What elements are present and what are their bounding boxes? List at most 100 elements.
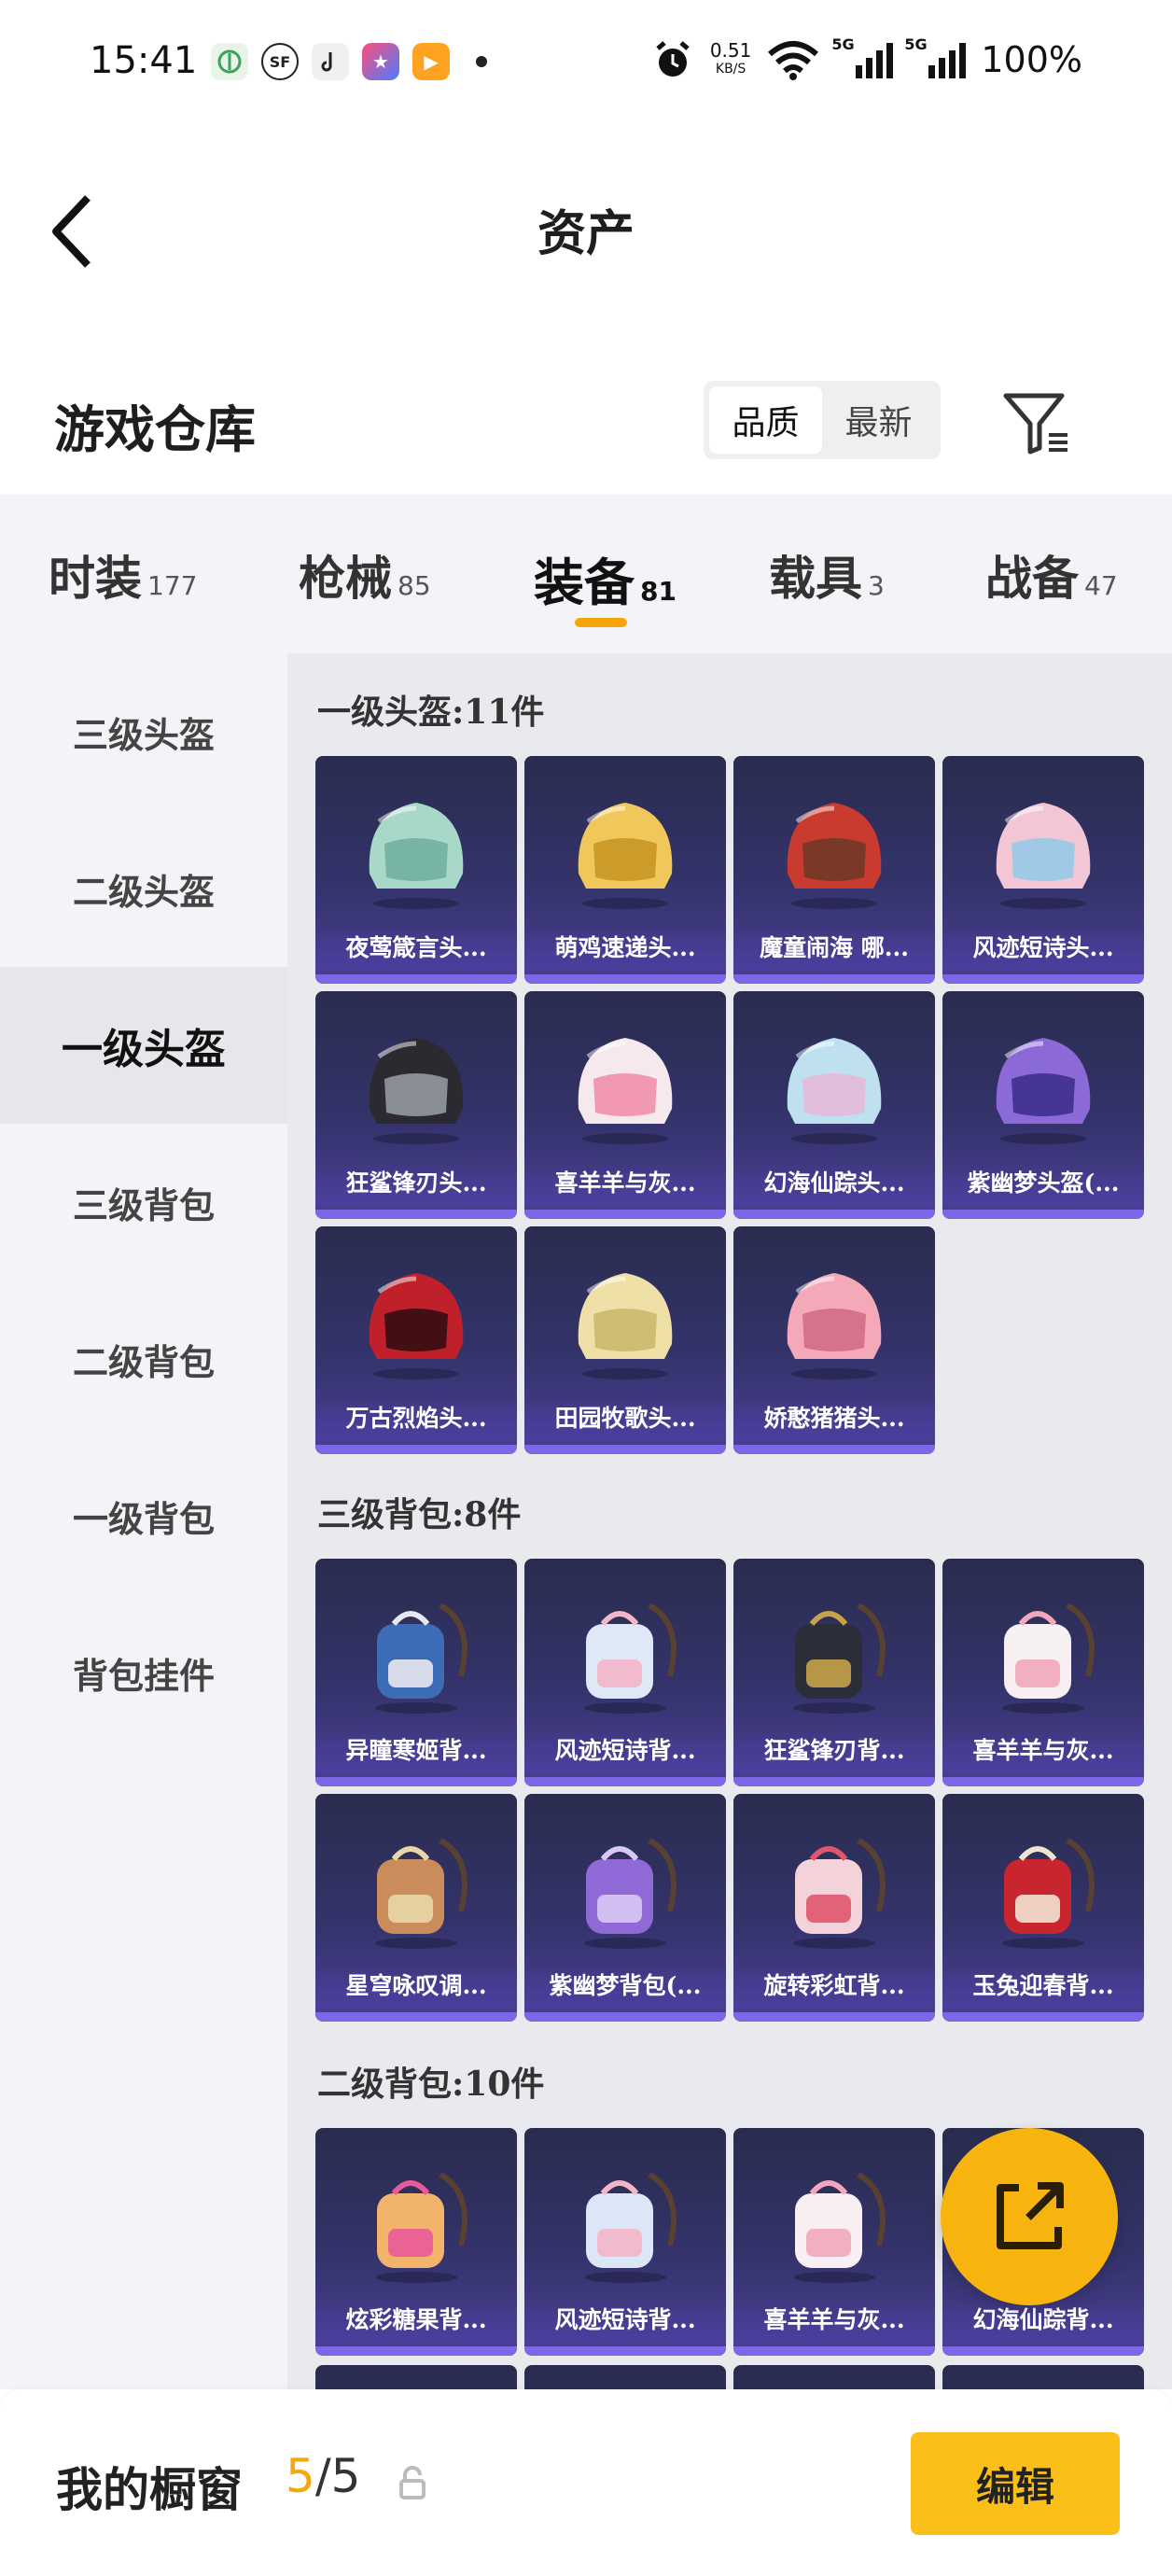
tab-firearms[interactable]: 枪械 85 [299, 541, 431, 609]
tab-count: 47 [1084, 570, 1118, 601]
helmet-item-card[interactable]: 娇憨猪猪头... [733, 1226, 935, 1454]
backpack-item-card[interactable]: 炫彩糖果背... [315, 2128, 517, 2356]
tab-fashion[interactable]: 时装 177 [49, 541, 197, 609]
helmet-item-card[interactable]: 风迹短诗头... [942, 756, 1144, 984]
sidebar-item-level1-backpack[interactable]: 一级背包 [0, 1437, 287, 1594]
backpack-item-card[interactable] [942, 2365, 1144, 2389]
sidebar-item-level3-helmet[interactable]: 三级头盔 [0, 653, 287, 810]
backpack-icon [351, 1587, 481, 1717]
backpack-icon [351, 1822, 481, 1953]
filter-button[interactable] [998, 386, 1073, 461]
section-title: 一级头盔:11件 [317, 693, 545, 732]
sidebar-item-level3-backpack[interactable]: 三级背包 [0, 1124, 287, 1281]
tab-count: 177 [147, 570, 198, 601]
backpack-item-card[interactable] [733, 2365, 935, 2389]
item-name: 魔童闹海 哪... [733, 926, 935, 971]
page-title: 资产 [537, 205, 635, 262]
helmet-item-card[interactable]: 幻海仙踪头... [733, 991, 935, 1219]
tab-vehicles[interactable]: 载具 3 [769, 541, 885, 609]
backpack-icon [769, 1822, 900, 1953]
backpack-icon [769, 2156, 900, 2287]
backpack-icon [560, 2156, 691, 2287]
backpack-item-card[interactable]: 喜羊羊与灰... [942, 1559, 1144, 1786]
battery-level: 100% [981, 39, 1082, 80]
item-name: 田园牧歌头... [524, 1396, 726, 1441]
backpack-item-card[interactable]: 狂鲨锋刃背... [733, 1559, 935, 1786]
network-speed-unit: KB/S [715, 62, 746, 77]
tab-label: 枪械 [299, 551, 392, 606]
more-notifications-dot [476, 56, 487, 67]
item-name: 喜羊羊与灰... [942, 1729, 1144, 1773]
tab-count: 85 [398, 570, 431, 601]
showcase-separator: / [314, 2449, 331, 2503]
tab-equipment[interactable]: 装备 81 [534, 541, 677, 615]
tab-label: 装备 [534, 553, 635, 612]
backpack-item-card[interactable]: 紫幽梦背包(... [524, 1794, 726, 2022]
backpack-item-card[interactable]: 玉兔迎春背... [942, 1794, 1144, 2022]
backpack-icon [351, 2156, 481, 2287]
sort-quality-option[interactable]: 品质 [709, 386, 822, 454]
item-name: 喜羊羊与灰... [733, 2298, 935, 2343]
sort-newest-option[interactable]: 最新 [822, 386, 935, 454]
filter-icon [1003, 393, 1067, 455]
helmet-item-card[interactable]: 紫幽梦头盔(... [942, 991, 1144, 1219]
backpack-item-card[interactable]: 星穹咏叹调... [315, 1794, 517, 2022]
backpack-item-card[interactable] [315, 2365, 517, 2389]
status-time: 15:41 [90, 39, 198, 82]
sort-toggle: 品质 最新 [704, 381, 941, 459]
backpack-item-card[interactable] [524, 2365, 726, 2389]
video-app-icon: ▶ [412, 43, 450, 80]
backpack-icon [769, 1587, 900, 1717]
section-title: 三级背包:8件 [317, 1495, 522, 1534]
item-name: 星穹咏叹调... [315, 1964, 517, 2009]
helmet-icon [351, 1019, 481, 1150]
item-name: 萌鸡速递头... [524, 926, 726, 971]
tab-label: 战备 [985, 551, 1079, 606]
backpack-item-card[interactable]: 风迹短诗背... [524, 2128, 726, 2356]
edit-button[interactable]: 编辑 [911, 2432, 1120, 2535]
tab-battle-gear[interactable]: 战备 47 [985, 541, 1118, 609]
helmet-item-card[interactable]: 万古烈焰头... [315, 1226, 517, 1454]
sidebar-item-level2-helmet[interactable]: 二级头盔 [0, 810, 287, 967]
item-name: 风迹短诗背... [524, 2298, 726, 2343]
active-tab-indicator [575, 618, 627, 627]
helmet-icon [769, 784, 900, 915]
item-name: 风迹短诗头... [942, 926, 1144, 971]
helmet-item-card[interactable]: 魔童闹海 哪... [733, 756, 935, 984]
item-name: 紫幽梦头盔(... [942, 1161, 1144, 1206]
sidebar-item-level2-backpack[interactable]: 二级背包 [0, 1281, 287, 1437]
network-speed: 0.51 KB/S [710, 41, 752, 78]
item-name: 炫彩糖果背... [315, 2298, 517, 2343]
helmet-item-card[interactable]: 萌鸡速递头... [524, 756, 726, 984]
tab-label: 载具 [769, 551, 862, 606]
sidebar-item-backpack-charm[interactable]: 背包挂件 [0, 1594, 287, 1751]
item-name: 异瞳寒姬背... [315, 1729, 517, 1773]
signal-label-2: 5G [904, 35, 928, 53]
backpack-item-card[interactable]: 风迹短诗背... [524, 1559, 726, 1786]
item-name: 夜莺箴言头... [315, 926, 517, 971]
item-name: 旋转彩虹背... [733, 1964, 935, 2009]
share-button[interactable] [941, 2128, 1118, 2305]
showcase-total: 5 [330, 2449, 361, 2503]
sf-express-icon: SF [261, 43, 299, 80]
helmet-item-card[interactable]: 夜莺箴言头... [315, 756, 517, 984]
warehouse-row: 游戏仓库 品质 最新 [0, 364, 1172, 495]
helmet-icon [769, 1254, 900, 1385]
item-name: 狂鲨锋刃头... [315, 1161, 517, 1206]
status-bar: 15:41 SF ★ ▶ 0.51 KB/S 5G 5G 100% [0, 0, 1172, 131]
sidebar-item-level1-helmet[interactable]: 一级头盔 [0, 967, 287, 1124]
helmet-item-card[interactable]: 狂鲨锋刃头... [315, 991, 517, 1219]
item-name: 万古烈焰头... [315, 1396, 517, 1441]
backpack-item-card[interactable]: 喜羊羊与灰... [733, 2128, 935, 2356]
app-header: 资产 [0, 131, 1172, 364]
item-name: 幻海仙踪头... [733, 1161, 935, 1206]
tab-count: 81 [640, 576, 677, 607]
helmet-item-card[interactable]: 田园牧歌头... [524, 1226, 726, 1454]
backpack-item-card[interactable]: 异瞳寒姬背... [315, 1559, 517, 1786]
backpack-item-card[interactable]: 旋转彩虹背... [733, 1794, 935, 2022]
backpack-icon [560, 1587, 691, 1717]
helmet-item-card[interactable]: 喜羊羊与灰... [524, 991, 726, 1219]
helmet-icon [351, 784, 481, 915]
tiktok-icon [312, 43, 349, 80]
helmet-icon [351, 1254, 481, 1385]
